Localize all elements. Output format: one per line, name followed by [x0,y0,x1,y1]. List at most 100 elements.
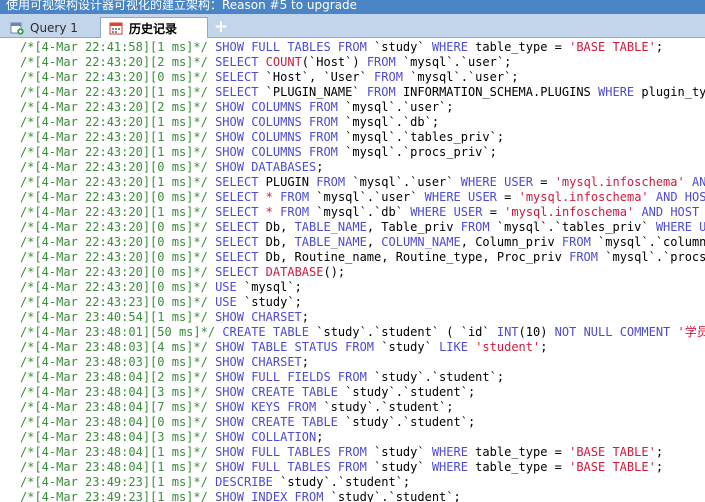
sql-text: ; [301,310,310,324]
history-line[interactable]: /*[4-Mar 22:43:20][1 ms]*/ SHOW COLUMNS … [20,145,705,160]
tab-history[interactable]: 历史记录 [100,17,208,38]
sql-keyword: SHOW INDEX FROM [215,490,324,502]
history-timestamp: /*[4-Mar 22:43:20][1 ms]*/ [20,130,208,144]
history-line[interactable]: /*[4-Mar 22:43:20][0 ms]*/ SELECT Db, TA… [20,220,705,235]
tab-history-label: 历史记录 [129,21,178,36]
sql-literal: 'student' [475,340,541,354]
sql-text: `mysql`; [236,280,302,294]
sql-keyword: AND HOST [641,205,700,219]
sql-text: = [533,175,555,189]
history-line[interactable]: /*[4-Mar 23:48:04][7 ms]*/ SHOW KEYS FRO… [20,400,705,415]
sql-text: `study`.`student`; [272,475,411,489]
sql-text: = [699,205,705,219]
sql-text: (); [323,265,346,279]
sql-keyword: INT [496,325,519,339]
history-timestamp: /*[4-Mar 23:48:04][3 ms]*/ [20,430,208,444]
sql-text: Db, [258,220,295,234]
sql-text: = [496,190,519,204]
sql-text: `Host`, `User` [258,70,375,84]
window-title: 使用可视架构设计器可视化的建立架构：Reason #5 to upgrade [6,0,358,12]
sql-literal: 'BASE TABLE' [569,460,656,474]
sql-literal: DATABASE [265,265,324,279]
sql-text: `mysql`.`db`; [337,115,440,129]
history-line[interactable]: /*[4-Mar 22:43:20][2 ms]*/ SELECT COUNT(… [20,55,705,70]
sql-text: `study`.`student` ( `id` [309,325,497,339]
sql-keyword: COLUMN_NAME [381,235,461,249]
sql-keyword: LIKE [439,340,468,354]
sql-text: ; [316,160,324,174]
history-line[interactable]: /*[4-Mar 23:48:04][1 ms]*/ SHOW FULL TAB… [20,460,705,475]
history-log-editor[interactable]: /*[4-Mar 22:41:58][1 ms]*/ SHOW FULL TAB… [0,38,705,502]
sql-keyword: CREATE TABLE [222,325,310,339]
sql-literal: '学员id [677,325,705,339]
history-line[interactable]: /*[4-Mar 23:49:23][1 ms]*/ SHOW INDEX FR… [20,490,705,502]
history-line[interactable]: /*[4-Mar 23:48:03][4 ms]*/ SHOW TABLE ST… [20,340,705,355]
sql-literal: 'mysql.infoschema' [518,190,649,204]
history-line[interactable]: /*[4-Mar 22:43:20][1 ms]*/ SELECT PLUGIN… [20,175,705,190]
history-line[interactable]: /*[4-Mar 23:40:54][1 ms]*/ SHOW CHARSET; [20,310,705,325]
sql-text: ; [655,445,664,459]
sql-keyword: FROM [374,70,403,84]
history-timestamp: /*[4-Mar 22:43:20][1 ms]*/ [20,85,208,99]
sql-keyword: FROM [569,250,599,264]
history-timestamp: /*[4-Mar 22:43:20][1 ms]*/ [20,175,208,189]
history-line[interactable]: /*[4-Mar 22:41:58][1 ms]*/ SHOW FULL TAB… [20,40,705,55]
history-timestamp: /*[4-Mar 22:43:20][1 ms]*/ [20,205,208,219]
tab-query-1[interactable]: Query 1 [4,17,98,38]
sql-text: ; [301,355,310,369]
history-line[interactable]: /*[4-Mar 23:48:04][3 ms]*/ SHOW CREATE T… [20,385,705,400]
sql-keyword: WHERE USER [655,220,705,234]
history-line[interactable]: /*[4-Mar 22:43:20][0 ms]*/ SHOW DATABASE… [20,160,705,175]
history-line[interactable]: /*[4-Mar 22:43:20][0 ms]*/ SELECT Db, Ro… [20,250,705,265]
sql-text: `mysql`.`procs_priv`; [337,145,497,159]
history-timestamp: /*[4-Mar 22:43:20][0 ms]*/ [20,280,208,294]
history-timestamp: /*[4-Mar 23:48:03][4 ms]*/ [20,340,208,354]
sql-text: (`Host`) [301,55,367,69]
history-timestamp: /*[4-Mar 23:40:54][1 ms]*/ [20,310,208,324]
sql-literal: 'mysql.infoschema' [554,175,685,189]
sql-keyword: FROM [460,220,490,234]
history-line[interactable]: /*[4-Mar 22:43:23][0 ms]*/ USE `study`; [20,295,705,310]
history-line[interactable]: /*[4-Mar 23:48:04][0 ms]*/ SHOW CREATE T… [20,415,705,430]
history-line[interactable]: /*[4-Mar 23:48:04][2 ms]*/ SHOW FULL FIE… [20,370,705,385]
history-line[interactable]: /*[4-Mar 22:43:20][0 ms]*/ SELECT DATABA… [20,265,705,280]
history-line[interactable]: /*[4-Mar 23:48:04][1 ms]*/ SHOW FULL TAB… [20,445,705,460]
history-line[interactable]: /*[4-Mar 23:48:03][0 ms]*/ SHOW CHARSET; [20,355,705,370]
sql-keyword: SHOW CHARSET [215,355,302,369]
add-tab-button[interactable]: + [212,18,230,36]
query-icon [10,22,24,35]
history-line[interactable]: /*[4-Mar 22:43:20][1 ms]*/ SELECT `PLUGI… [20,85,705,100]
history-line[interactable]: /*[4-Mar 22:43:20][1 ms]*/ SHOW COLUMNS … [20,130,705,145]
sql-keyword: SHOW FULL TABLES FROM [215,445,367,459]
history-timestamp: /*[4-Mar 23:48:03][0 ms]*/ [20,355,208,369]
history-line[interactable]: /*[4-Mar 22:43:20][0 ms]*/ USE `mysql`; [20,280,705,295]
window-title-bar: 使用可视架构设计器可视化的建立架构：Reason #5 to upgrade [0,0,705,14]
sql-keyword: WHERE [431,40,468,54]
history-line[interactable]: /*[4-Mar 23:48:04][3 ms]*/ SHOW COLLATIO… [20,430,705,445]
history-line[interactable]: /*[4-Mar 22:43:20][0 ms]*/ SELECT Db, TA… [20,235,705,250]
history-line[interactable]: /*[4-Mar 23:49:23][1 ms]*/ DESCRIBE `stu… [20,475,705,490]
history-line[interactable]: /*[4-Mar 22:43:20][1 ms]*/ SELECT * FROM… [20,205,705,220]
sql-keyword: SHOW FULL TABLES FROM [215,460,367,474]
history-line[interactable]: /*[4-Mar 22:43:20][1 ms]*/ SHOW COLUMNS … [20,115,705,130]
sql-text: `mysql`.`db` [309,205,411,219]
history-line[interactable]: /*[4-Mar 22:43:20][0 ms]*/ SELECT `Host`… [20,70,705,85]
sql-text: table_type = [467,460,570,474]
sql-keyword: DESCRIBE [215,475,273,489]
sql-keyword: SHOW COLLATION [215,430,317,444]
history-line[interactable]: /*[4-Mar 22:43:20][0 ms]*/ SELECT * FROM… [20,190,705,205]
sql-keyword: FROM [280,190,310,204]
history-line[interactable]: /*[4-Mar 22:43:20][2 ms]*/ SHOW COLUMNS … [20,100,705,115]
sql-text: Db, [258,235,295,249]
history-line[interactable]: /*[4-Mar 23:48:01][50 ms]*/ CREATE TABLE… [20,325,705,340]
sql-keyword: SHOW TABLE STATUS FROM [215,340,375,354]
